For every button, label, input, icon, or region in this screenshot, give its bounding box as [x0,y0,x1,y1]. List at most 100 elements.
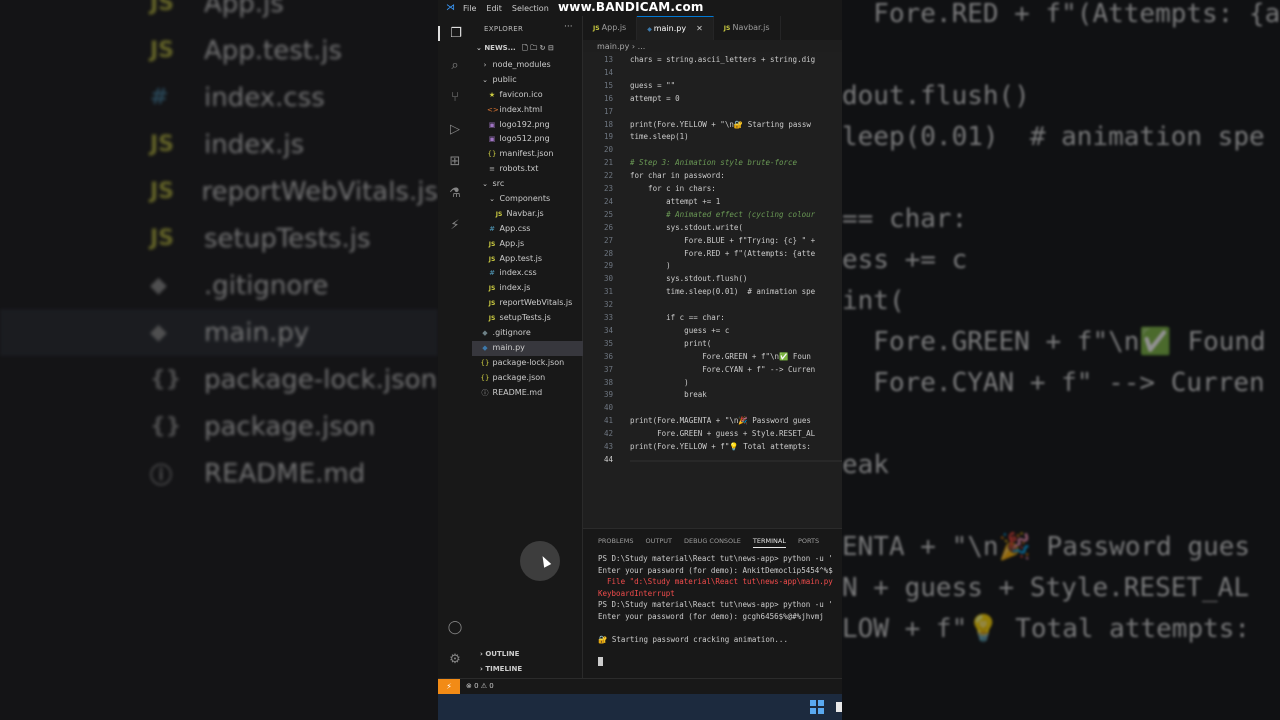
code-line[interactable]: 22 for char in password: [583,169,842,182]
tree-item[interactable]: JS index.js [472,281,583,296]
tree-item[interactable]: ◆ main.py [472,340,583,356]
code-line[interactable]: 32 [583,298,842,311]
code-line[interactable]: 36 Fore.GREEN + f"\n✅ Foun [583,350,842,363]
blurred-code-line: eak [842,450,889,480]
tree-item[interactable]: JS Navbar.js [472,207,583,222]
code-line[interactable]: 41 print(Fore.MAGENTA + "\n🎉 Password gue… [583,414,842,427]
testing-icon[interactable]: ⚗ [438,186,472,201]
tree-item[interactable]: ◆ .gitignore [472,326,583,341]
code-line[interactable]: 42 Fore.GREEN + guess + Style.RESET_AL [583,427,842,440]
tree-item[interactable]: JS setupTests.js [472,311,583,326]
extensions-icon[interactable]: ⊞ [438,154,472,169]
new-file-icon[interactable]: 🗋 [522,44,528,52]
outline-section[interactable]: › OUTLINE [480,650,519,658]
menu-edit[interactable]: Edit [486,4,502,13]
search-icon[interactable]: ⌕ [438,58,472,73]
taskbar-app-icon[interactable] [836,702,842,712]
tree-item[interactable]: JS reportWebVitals.js [472,296,583,311]
tree-item[interactable]: ≡ robots.txt [472,162,583,177]
tree-item[interactable]: › node_modules [472,58,583,73]
more-actions-icon[interactable]: ··· [564,22,573,32]
code-line[interactable]: 24 attempt += 1 [583,195,842,208]
timeline-section[interactable]: › TIMELINE [480,665,522,673]
run-debug-icon[interactable]: ▷ [438,122,472,137]
settings-gear-icon[interactable]: ⚙ [438,652,472,667]
panel-tab-debug-console[interactable]: DEBUG CONSOLE [684,537,741,548]
tree-item[interactable]: ⌄ Components [472,192,583,207]
tree-item-label: package.json [490,372,546,382]
refresh-icon[interactable]: ↻ [540,44,546,52]
problems-count[interactable]: ⊗ 0 ⚠ 0 [466,682,494,690]
tree-item[interactable]: {} package-lock.json [472,356,583,371]
tab-main-py[interactable]: ◆ main.py ✕ [637,16,714,40]
file-type-icon: ▣ [488,120,496,129]
code-line[interactable]: 40 [583,401,842,414]
code-line[interactable]: 17 [583,105,842,118]
new-folder-icon[interactable]: 🗀 [530,44,537,52]
chevron-icon: ⌄ [482,180,488,189]
blurred-file-icon: ◆ [150,320,167,345]
tab-app-js[interactable]: JS App.js [583,16,638,40]
code-line[interactable]: 14 [583,66,842,79]
menu-file[interactable]: File [463,4,476,13]
code-line[interactable]: 43 print(Fore.YELLOW + f"💡 Total attempts… [583,440,842,453]
panel-tab-output[interactable]: OUTPUT [645,537,672,548]
code-line[interactable]: 29 ) [583,259,842,272]
tree-item-label: logo512.png [497,134,550,144]
code-line[interactable]: 27 Fore.BLUE + f"Trying: {c} " + [583,234,842,247]
project-folder-header[interactable]: ⌄ NEWS... 🗋 🗀 ↻ ⊟ [476,44,554,55]
menu-selection[interactable]: Selection [512,4,549,13]
code-line[interactable]: 18 print(Fore.YELLOW + "\n🔐 Starting pass… [583,118,842,131]
code-line[interactable]: 16 attempt = 0 [583,92,842,105]
code-line[interactable]: 35 print( [583,337,842,350]
code-line[interactable]: 20 [583,143,842,156]
tree-item[interactable]: ⌄ src [472,177,583,192]
tree-item[interactable]: JS App.js [472,237,583,252]
code-line[interactable]: 23 for c in chars: [583,182,842,195]
explorer-icon[interactable]: ❐ [438,26,472,41]
code-line[interactable]: 26 sys.stdout.write( [583,221,842,234]
tree-item[interactable]: ▣ logo512.png [472,132,583,147]
code-line[interactable]: 25 # Animated effect (cycling colour [583,208,842,221]
windows-start-icon[interactable] [810,700,824,714]
tree-item[interactable]: ★ favicon.ico [472,88,583,103]
code-line[interactable]: 37 Fore.CYAN + f" --> Curren [583,363,842,376]
tree-item[interactable]: ▣ logo192.png [472,118,583,133]
line-number: 22 [603,171,613,181]
collapse-all-icon[interactable]: ⊟ [548,44,554,52]
remote-indicator[interactable]: ⚡ [438,679,460,694]
tree-item[interactable]: <> index.html [472,103,583,118]
panel-tab-terminal[interactable]: TERMINAL [752,537,786,548]
account-icon[interactable]: ◯ [438,620,472,635]
tree-item[interactable]: {} package.json [472,371,583,386]
tree-item[interactable]: JS App.test.js [472,252,583,267]
code-line[interactable]: 44 [583,453,842,466]
breadcrumb[interactable]: main.py › ... [583,42,645,51]
code-line[interactable]: 33 if c == char: [583,311,842,324]
code-line[interactable]: 13 chars = string.ascii_letters + string.… [583,53,842,66]
code-line[interactable]: 21 # Step 3: Animation style brute-force [583,156,842,169]
code-line[interactable]: 30 sys.stdout.flush() [583,272,842,285]
code-line[interactable]: 28 Fore.RED + f"(Attempts: {atte [583,247,842,260]
tree-item[interactable]: ⌄ public [472,73,583,88]
panel-tab-problems[interactable]: PROBLEMS [598,537,633,548]
code-line[interactable]: 39 break [583,388,842,401]
terminal-output[interactable]: PS D:\Study material\React tut\news-app>… [598,553,842,669]
code-editor[interactable]: 13 chars = string.ascii_letters + string.… [583,52,842,528]
tree-item[interactable]: # App.css [472,222,583,237]
tab-navbar-js[interactable]: JS Navbar.js [713,16,781,40]
tree-item[interactable]: {} manifest.json [472,147,583,162]
code-line[interactable]: 31 time.sleep(0.01) # animation spe [583,285,842,298]
code-line[interactable]: 34 guess += c [583,324,842,337]
tree-item[interactable]: ⓘ README.md [472,386,583,401]
code-line[interactable]: 38 ) [583,376,842,389]
code-line[interactable]: 19 time.sleep(1) [583,130,842,143]
remote-icon[interactable]: ⚡ [438,218,472,233]
panel-tab-ports[interactable]: PORTS [798,537,819,548]
source-control-icon[interactable]: ⑂ [438,90,472,105]
close-tab-icon[interactable]: ✕ [696,24,703,33]
file-type-icon: ≡ [489,165,495,174]
tree-item[interactable]: # index.css [472,266,583,281]
tree-item-label: src [490,179,505,189]
code-line[interactable]: 15 guess = "" [583,79,842,92]
